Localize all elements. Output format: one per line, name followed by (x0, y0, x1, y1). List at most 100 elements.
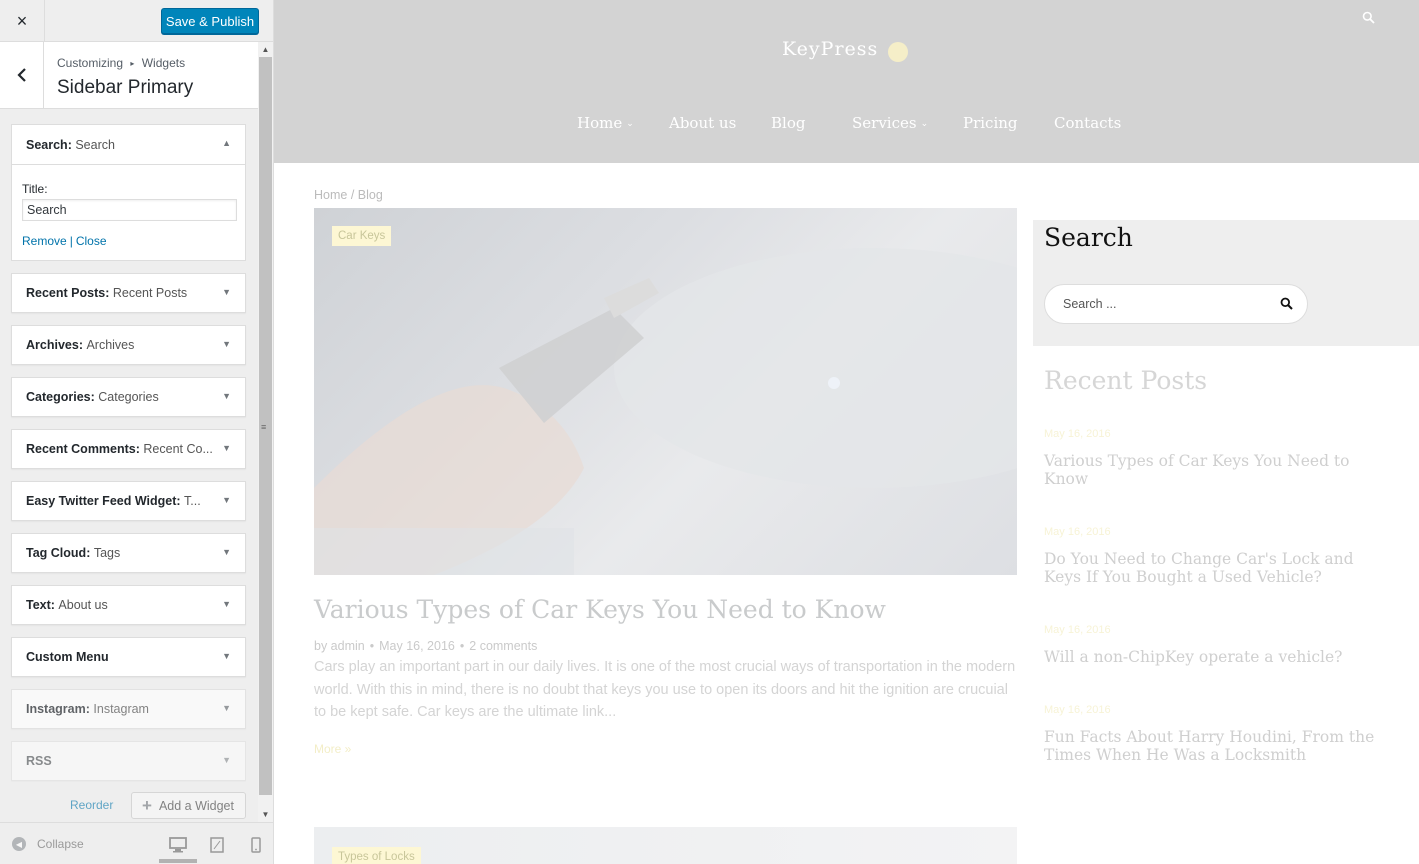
post-author[interactable]: by admin (314, 639, 365, 653)
read-more-link[interactable]: More » (314, 742, 351, 756)
next-post-image[interactable]: Types of Locks (314, 827, 1017, 864)
scroll-up-arrow-icon[interactable]: ▲ (258, 42, 273, 57)
widget-subtitle: Tags (93, 546, 121, 560)
desktop-preview-icon[interactable] (169, 837, 187, 853)
post-title[interactable]: Various Types of Car Keys You Need to Kn… (314, 595, 886, 624)
widget-subtitle: Categories (98, 390, 159, 404)
back-button[interactable] (0, 42, 44, 108)
widget-categories[interactable]: Categories: Categories ▼ (11, 377, 246, 417)
sidebar-scrollbar[interactable]: ▲ ▼ (258, 42, 273, 822)
customizer-header: × Save & Publish (0, 0, 273, 42)
reorder-link[interactable]: Reorder (70, 798, 113, 812)
post-category-tag[interactable]: Car Keys (332, 226, 392, 246)
widget-subtitle: Recent Co... (143, 442, 213, 456)
breadcrumb-separator: ▸ (130, 59, 135, 68)
recent-post-link[interactable]: Do You Need to Change Car's Lock and Key… (1044, 550, 1384, 586)
nav-label: Services (852, 114, 917, 132)
recent-post-link[interactable]: Various Types of Car Keys You Need to Kn… (1044, 452, 1384, 488)
nav-item-services[interactable]: Services ⌄ (852, 114, 928, 132)
resize-handle-icon[interactable]: ≡ (261, 422, 266, 432)
widget-title: Categories: Categories (26, 390, 159, 404)
recent-post-date: May 16, 2016 (1044, 526, 1111, 538)
nav-item-pricing[interactable]: Pricing (963, 114, 1018, 132)
recent-post-link[interactable]: Fun Facts About Harry Houdini, From the … (1044, 728, 1384, 764)
breadcrumb-parent: Widgets (141, 56, 186, 70)
main-navigation: Home ⌄ About us Blog Services ⌄ Pricing Co… (274, 114, 1419, 134)
post-meta: by admin • May 16, 2016 • 2 comments (314, 639, 537, 653)
post-date[interactable]: May 16, 2016 (379, 639, 455, 653)
widget-recent-posts[interactable]: Recent Posts: Recent Posts ▼ (11, 273, 246, 313)
arrow-down-icon[interactable]: ▼ (222, 443, 231, 453)
widget-easy-twitter-feed[interactable]: Easy Twitter Feed Widget: T... ▼ (11, 481, 246, 521)
arrow-down-icon[interactable]: ▼ (222, 547, 231, 557)
nav-item-home[interactable]: Home ⌄ (577, 114, 634, 132)
widget-name: RSS (26, 754, 52, 768)
arrow-down-icon[interactable]: ▼ (222, 599, 231, 609)
site-logo[interactable]: KeyPress (782, 38, 909, 62)
mobile-preview-icon[interactable] (247, 837, 265, 853)
add-widget-button[interactable]: + Add a Widget (131, 792, 246, 819)
nav-item-contacts[interactable]: Contacts (1054, 114, 1121, 132)
widget-tag-cloud[interactable]: Tag Cloud: Tags ▼ (11, 533, 246, 573)
widget-subtitle: Search (75, 138, 115, 152)
remove-link[interactable]: Remove (22, 234, 67, 248)
meta-separator: • (459, 639, 465, 653)
widget-text[interactable]: Text: About us ▼ (11, 585, 246, 625)
chevron-down-icon: ⌄ (920, 119, 929, 129)
widget-custom-menu[interactable]: Custom Menu ▼ (11, 637, 246, 677)
widget-recent-comments[interactable]: Recent Comments: Recent Co... ▼ (11, 429, 246, 469)
widget-name: Easy Twitter Feed Widget (26, 494, 177, 508)
widget-title: Easy Twitter Feed Widget: T... (26, 494, 201, 508)
page-breadcrumb[interactable]: Home / Blog (314, 188, 383, 202)
widget-subtitle: About us (58, 598, 108, 612)
post-featured-image[interactable]: Car Keys (314, 208, 1017, 575)
sidebar-search-input[interactable]: Search ... (1044, 284, 1308, 324)
active-device-indicator (159, 859, 197, 863)
title-field[interactable] (22, 199, 237, 221)
search-icon[interactable] (1362, 11, 1375, 24)
widget-name: Search (26, 138, 68, 152)
widget-actions: Remove | Close (22, 234, 107, 248)
widget-name: Recent Comments (26, 442, 136, 456)
nav-item-blog[interactable]: Blog (771, 114, 805, 132)
arrow-down-icon[interactable]: ▼ (222, 339, 231, 349)
arrow-down-icon[interactable]: ▼ (222, 703, 231, 713)
arrow-up-icon[interactable]: ▲ (222, 138, 231, 148)
post-comments[interactable]: 2 comments (469, 639, 537, 653)
car-key-photo (314, 248, 1017, 575)
widget-rss[interactable]: RSS ▼ (11, 741, 246, 781)
collapse-button[interactable]: ◀ Collapse (12, 837, 84, 851)
widget-title: Recent Comments: Recent Co... (26, 442, 213, 456)
arrow-down-icon[interactable]: ▼ (222, 495, 231, 505)
search-icon[interactable] (1280, 297, 1293, 310)
scroll-down-arrow-icon[interactable]: ▼ (258, 807, 273, 822)
arrow-down-icon[interactable]: ▼ (222, 391, 231, 401)
arrow-down-icon[interactable]: ▼ (222, 651, 231, 661)
nav-label: Contacts (1054, 114, 1122, 132)
widget-title: Recent Posts: Recent Posts (26, 286, 188, 300)
search-placeholder: Search ... (1063, 297, 1117, 311)
arrow-down-icon[interactable]: ▼ (222, 287, 231, 297)
widget-header[interactable]: Search: Search ▲ (12, 125, 245, 165)
widget-name: Text (26, 598, 51, 612)
widget-title: Text: About us (26, 598, 108, 612)
key-logo-icon (888, 42, 909, 62)
arrow-down-icon[interactable]: ▼ (222, 755, 231, 765)
collapse-label: Collapse (37, 837, 84, 851)
action-separator: | (69, 234, 73, 248)
close-link[interactable]: Close (76, 234, 107, 248)
widget-instagram[interactable]: Instagram: Instagram ▼ (11, 689, 246, 729)
widget-name: Custom Menu (26, 650, 109, 664)
nav-item-about[interactable]: About us (669, 114, 736, 132)
tablet-preview-icon[interactable] (208, 837, 226, 853)
post-category-tag[interactable]: Types of Locks (332, 847, 421, 864)
widget-archives[interactable]: Archives: Archives ▼ (11, 325, 246, 365)
customizer-footer: ◀ Collapse (0, 822, 273, 864)
close-customizer-button[interactable]: × (0, 0, 45, 42)
recent-post-link[interactable]: Will a non-ChipKey operate a vehicle? (1044, 648, 1384, 667)
site-preview: KeyPress Home ⌄ About us Blog Services ⌄ P… (274, 0, 1419, 864)
widget-name: Instagram (26, 702, 86, 716)
save-publish-button[interactable]: Save & Publish (161, 8, 259, 34)
sidebar-search-widget: Search Search ... (1033, 220, 1419, 346)
widget-subtitle: T... (184, 494, 201, 508)
